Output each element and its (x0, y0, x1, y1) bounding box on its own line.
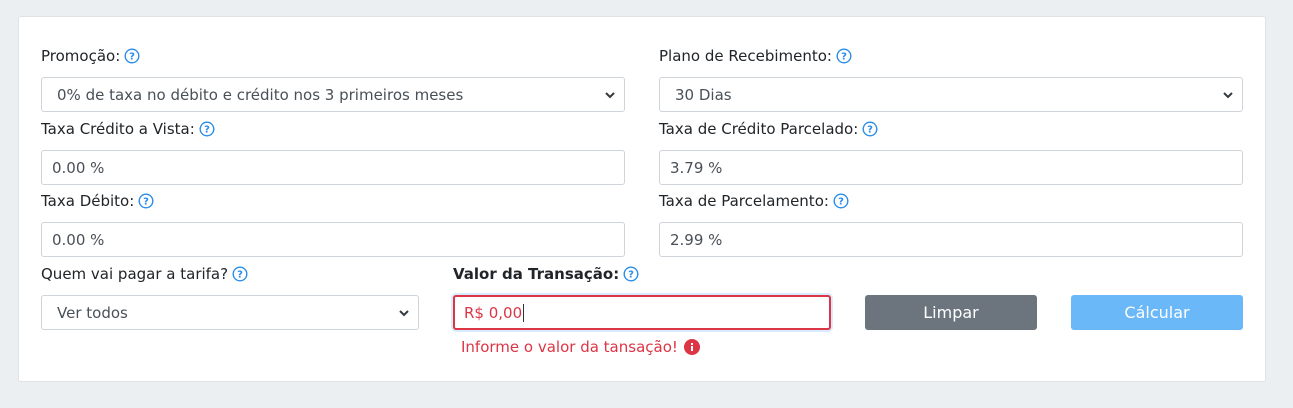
valor-input[interactable]: R$ 0,00 (453, 295, 831, 330)
promocao-select[interactable]: 0% de taxa no débito e crédito nos 3 pri… (41, 77, 625, 112)
credito-parcelado-label: Taxa de Crédito Parcelado: ? (659, 119, 878, 139)
help-icon[interactable]: ? (836, 48, 852, 64)
plano-select[interactable]: 30 Dias (659, 77, 1243, 112)
svg-text:?: ? (628, 270, 634, 281)
credito-vista-input[interactable]: 0.00 % (41, 150, 625, 185)
svg-text:?: ? (204, 125, 210, 136)
credito-vista-label: Taxa Crédito a Vista: ? (41, 119, 215, 139)
text-caret (523, 303, 525, 322)
quem-paga-select[interactable]: Ver todos (41, 295, 419, 330)
debito-label: Taxa Débito: ? (41, 191, 154, 211)
plano-label: Plano de Recebimento: ? (659, 46, 852, 66)
valor-error-message: Informe o valor da tansação! (461, 337, 700, 357)
help-icon[interactable]: ? (862, 121, 878, 137)
promocao-label: Promoção: ? (41, 46, 140, 66)
help-icon[interactable]: ? (623, 266, 639, 282)
svg-text:?: ? (143, 197, 149, 208)
help-icon[interactable]: ? (124, 48, 140, 64)
svg-text:?: ? (237, 270, 243, 281)
chevron-down-icon (605, 92, 615, 99)
help-icon[interactable]: ? (833, 193, 849, 209)
clear-button[interactable]: Limpar (865, 295, 1037, 330)
parcelamento-input[interactable]: 2.99 % (659, 222, 1243, 257)
credito-parcelado-input[interactable]: 3.79 % (659, 150, 1243, 185)
calculate-button[interactable]: Cálcular (1071, 295, 1243, 330)
error-info-icon (683, 339, 700, 355)
debito-input[interactable]: 0.00 % (41, 222, 625, 257)
chevron-down-icon (1223, 92, 1233, 99)
chevron-down-icon (399, 310, 409, 317)
help-icon[interactable]: ? (138, 193, 154, 209)
svg-text:?: ? (838, 197, 844, 208)
quem-paga-label: Quem vai pagar a tarifa? ? (41, 264, 248, 284)
svg-text:?: ? (129, 52, 135, 63)
valor-label: Valor da Transação: ? (453, 264, 639, 284)
help-icon[interactable]: ? (199, 121, 215, 137)
help-icon[interactable]: ? (232, 266, 248, 282)
svg-text:?: ? (841, 52, 847, 63)
parcelamento-label: Taxa de Parcelamento: ? (659, 191, 849, 211)
svg-text:?: ? (867, 125, 873, 136)
